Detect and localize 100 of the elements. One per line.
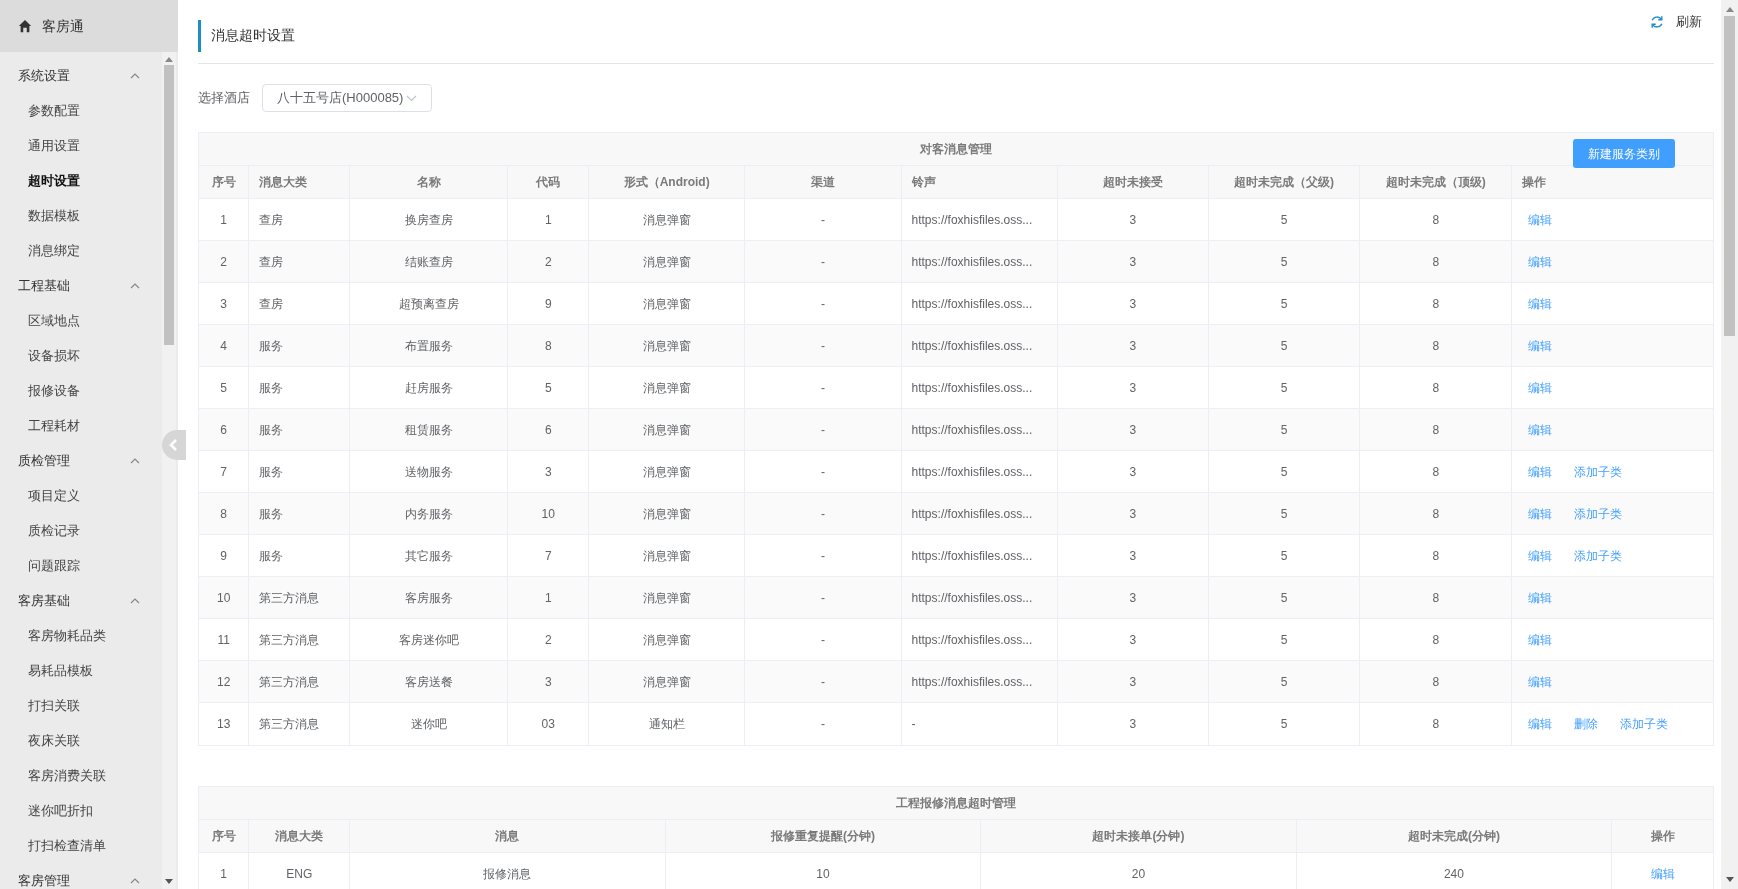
column-header: 消息大类 <box>249 820 351 852</box>
table-cell: 其它服务 <box>350 535 509 576</box>
table-cell: 10 <box>199 577 250 618</box>
home-icon <box>18 19 32 33</box>
table-cell: 6 <box>199 409 250 450</box>
hotel-select[interactable]: 八十五号店(H000085) <box>262 84 432 112</box>
table-cell: 5 <box>1208 325 1361 366</box>
table-cell: 第三方消息 <box>249 577 351 618</box>
table-cell: ENG <box>249 853 351 889</box>
sidebar-item[interactable]: 设备损坏 <box>0 338 162 373</box>
table-cell: 消息弹窗 <box>589 283 746 324</box>
table-cell: 布置服务 <box>350 325 509 366</box>
table-cell: 服务 <box>249 409 351 450</box>
sidebar-item[interactable]: 夜床关联 <box>0 723 162 758</box>
table-cell: 3 <box>508 661 590 702</box>
sidebar-item[interactable]: 打扫检查清单 <box>0 828 162 863</box>
table-cell: 2 <box>508 619 590 660</box>
table-cell: - <box>745 199 902 240</box>
table-cell: 7 <box>199 451 250 492</box>
table-cell: 消息弹窗 <box>589 199 746 240</box>
table-cell: 6 <box>508 409 590 450</box>
sidebar-group[interactable]: 工程基础 <box>0 268 162 303</box>
table-cell: 3 <box>1057 325 1209 366</box>
table-cell: 5 <box>1208 367 1361 408</box>
sidebar-item[interactable]: 客房物耗品类 <box>0 618 162 653</box>
table-cell: 3 <box>1057 241 1209 282</box>
table-cell: https://foxhisfiles.oss... <box>901 283 1058 324</box>
table-cell: 2 <box>199 241 250 282</box>
sidebar-item[interactable]: 消息绑定 <box>0 233 162 268</box>
column-header: 消息 <box>350 820 666 852</box>
sidebar-item[interactable]: 迷你吧折扣 <box>0 793 162 828</box>
sidebar-item[interactable]: 打扫关联 <box>0 688 162 723</box>
table-cell: 第三方消息 <box>249 703 351 745</box>
table-cell: - <box>745 283 902 324</box>
table-cell: 8 <box>1360 199 1513 240</box>
sidebar-item[interactable]: 质检记录 <box>0 513 162 548</box>
sidebar-item[interactable]: 报修设备 <box>0 373 162 408</box>
table-cell: - <box>745 325 902 366</box>
sidebar-item[interactable]: 通用设置 <box>0 128 162 163</box>
table-cell: 13 <box>199 703 250 745</box>
scroll-up-arrow-icon[interactable] <box>1725 6 1734 12</box>
scrollbar-track[interactable] <box>162 52 176 889</box>
table-cell: https://foxhisfiles.oss... <box>901 619 1058 660</box>
refresh-button[interactable]: 刷新 <box>1650 11 1702 32</box>
table-cell: 8 <box>1360 241 1513 282</box>
sidebar-item[interactable]: 区域地点 <box>0 303 162 338</box>
scroll-down-arrow-icon[interactable] <box>1725 877 1734 883</box>
column-header: 渠道 <box>745 166 902 198</box>
sidebar-item[interactable]: 问题跟踪 <box>0 548 162 583</box>
table-cell: 20 <box>981 853 1297 889</box>
table-cell: 5 <box>1208 535 1361 576</box>
table-cell: 客房服务 <box>350 577 509 618</box>
column-header: 铃声 <box>901 166 1058 198</box>
table-cell: 3 <box>1057 367 1209 408</box>
table-cell: https://foxhisfiles.oss... <box>901 325 1058 366</box>
table-cell: 3 <box>1057 409 1209 450</box>
sidebar-group[interactable]: 客房基础 <box>0 583 162 618</box>
sidebar-item[interactable]: 项目定义 <box>0 478 162 513</box>
scrollbar-thumb[interactable] <box>164 65 174 345</box>
table-cell: 8 <box>1360 661 1513 702</box>
table-cell: 240 <box>1296 853 1613 889</box>
table-cell: 消息弹窗 <box>589 619 746 660</box>
table-cell: 7 <box>508 535 590 576</box>
sidebar-item[interactable]: 客房消费关联 <box>0 758 162 793</box>
table-cell: 3 <box>508 451 590 492</box>
sidebar-group[interactable]: 质检管理 <box>0 443 162 478</box>
table-cell: 11 <box>199 619 250 660</box>
table-cell: 8 <box>1360 493 1513 534</box>
scrollbar-track[interactable] <box>1721 0 1738 889</box>
sidebar-item[interactable]: 易耗品模板 <box>0 653 162 688</box>
column-header: 超时未完成(分钟) <box>1296 820 1613 852</box>
scroll-up-arrow-icon[interactable] <box>165 56 173 62</box>
table-cell: - <box>745 535 902 576</box>
app-title: 客房通 <box>42 16 84 36</box>
sidebar-group[interactable]: 系统设置 <box>0 58 162 93</box>
table-cell: 3 <box>199 283 250 324</box>
refresh-icon <box>1650 14 1664 29</box>
table-cell: https://foxhisfiles.oss... <box>901 535 1058 576</box>
table-cell: https://foxhisfiles.oss... <box>901 493 1058 534</box>
sidebar-group[interactable]: 客房管理 <box>0 863 162 889</box>
table-cell: 12 <box>199 661 250 702</box>
table-cell: - <box>745 451 902 492</box>
column-header: 消息大类 <box>249 166 351 198</box>
sidebar-item[interactable]: 参数配置 <box>0 93 162 128</box>
chevron-up-icon <box>130 597 140 604</box>
table-cell: 5 <box>1208 451 1361 492</box>
table-cell: 9 <box>199 535 250 576</box>
sidebar-item[interactable]: 数据模板 <box>0 198 162 233</box>
column-header: 报修重复提醒(分钟) <box>665 820 982 852</box>
sidebar-item[interactable]: 超时设置 <box>0 163 162 198</box>
table-cell: 消息弹窗 <box>589 535 746 576</box>
table-cell: 5 <box>1208 493 1361 534</box>
table-cell: 查房 <box>249 283 351 324</box>
scrollbar-thumb[interactable] <box>1724 16 1735 336</box>
table-cell: https://foxhisfiles.oss... <box>901 661 1058 702</box>
table-cell: 2 <box>508 241 590 282</box>
sidebar-item[interactable]: 工程耗材 <box>0 408 162 443</box>
table-cell: 1 <box>508 199 590 240</box>
table-cell: 3 <box>1057 283 1209 324</box>
scroll-down-arrow-icon[interactable] <box>165 879 173 885</box>
